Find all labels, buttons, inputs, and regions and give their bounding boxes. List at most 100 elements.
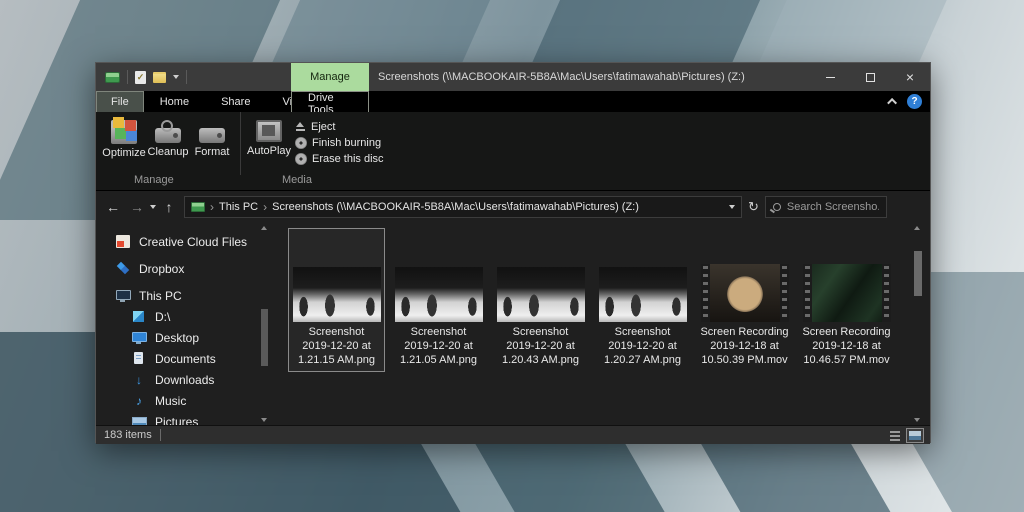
erase-disc-button[interactable]: Erase this disc [295, 153, 384, 165]
title-bar[interactable]: ✓ Manage Screenshots (\\MACBOOKAIR-5B8A\… [96, 63, 930, 91]
breadcrumb-separator: › [210, 200, 214, 214]
help-icon[interactable]: ? [907, 94, 922, 109]
sidebar-item-label: Documents [155, 352, 216, 366]
maximize-button[interactable] [850, 63, 890, 91]
scroll-up-icon[interactable] [261, 226, 267, 230]
file-row-2: Google Google [289, 381, 894, 425]
search-box[interactable]: Search Screensho... [765, 196, 887, 218]
breadcrumb-separator: › [263, 200, 267, 214]
breadcrumb-this-pc[interactable]: This PC [219, 201, 258, 213]
file-tile[interactable] [391, 381, 486, 425]
this-pc-icon [116, 289, 130, 302]
finish-burning-button[interactable]: Finish burning [295, 137, 384, 149]
thumbnail-leaves [803, 264, 891, 322]
sidebar-item-downloads[interactable]: ↓ Downloads [96, 369, 271, 390]
file-explorer-window: ✓ Manage Screenshots (\\MACBOOKAIR-5B8A\… [95, 62, 931, 443]
minimize-icon [826, 77, 835, 78]
thumbnail-bottles [599, 267, 687, 322]
manage-contextual-tab[interactable]: Manage [291, 63, 369, 91]
cleanup-icon [155, 128, 181, 143]
file-name-label: Screen Recording 2019-12-18 at 10.46.57 … [799, 325, 894, 367]
creative-cloud-icon [116, 235, 130, 248]
desktop-wallpaper: ✓ Manage Screenshots (\\MACBOOKAIR-5B8A\… [0, 0, 1024, 512]
sidebar-item-label: Pictures [155, 415, 198, 426]
address-toolbar: ← → ↑ › This PC › Screenshots (\\MACBOOK… [96, 191, 930, 223]
sidebar-scrollbar[interactable] [260, 223, 269, 425]
file-tile[interactable]: Google [493, 381, 588, 425]
cleanup-button[interactable]: Cleanup [146, 116, 190, 175]
quick-access-toolbar: ✓ [96, 70, 187, 84]
explorer-content: Creative Cloud Files Dropbox This PC D:\… [96, 223, 930, 425]
sidebar-item-dropbox[interactable]: Dropbox [96, 258, 271, 279]
file-tile[interactable]: Screen Recording 2019-12-18 at 10.50.39 … [697, 229, 792, 371]
file-tile[interactable]: Screenshot 2019-12-20 at 1.21.05 AM.png [391, 229, 486, 371]
optimize-button[interactable]: Optimize [102, 116, 146, 175]
scroll-down-icon[interactable] [261, 418, 267, 422]
sidebar-item-creative-cloud[interactable]: Creative Cloud Files [96, 231, 271, 252]
autoplay-icon [256, 120, 282, 142]
file-row-1: Screenshot 2019-12-20 at 1.21.15 AM.png … [289, 229, 894, 371]
tab-home[interactable]: Home [144, 91, 205, 112]
forward-button[interactable]: → [128, 199, 146, 215]
close-button[interactable]: × [890, 63, 930, 91]
up-button[interactable]: ↑ [160, 199, 178, 215]
back-button[interactable]: ← [104, 199, 122, 215]
collapse-ribbon-icon[interactable] [887, 98, 897, 108]
view-switcher [888, 428, 924, 443]
refresh-icon[interactable]: ↻ [748, 199, 759, 215]
sidebar-item-label: This PC [139, 289, 182, 303]
ribbon-group-labels: Manage Media [96, 174, 930, 188]
scroll-up-icon[interactable] [914, 226, 920, 230]
sidebar-item-music[interactable]: ♪ Music [96, 390, 271, 411]
files-scroll-thumb[interactable] [914, 251, 922, 296]
drive-d-icon [132, 310, 146, 323]
thumbnail-bottles [395, 267, 483, 322]
downloads-icon: ↓ [132, 373, 146, 386]
status-bar: 183 items [96, 425, 930, 444]
scroll-down-icon[interactable] [914, 418, 920, 422]
file-tile[interactable]: Google [595, 381, 690, 425]
format-button[interactable]: Format [190, 116, 234, 175]
file-name-label: Screenshot 2019-12-20 at 1.21.05 AM.png [391, 325, 486, 367]
file-tile[interactable] [697, 381, 792, 425]
format-label: Format [195, 146, 230, 158]
file-tile[interactable] [799, 381, 894, 425]
file-tile[interactable]: Screenshot 2019-12-20 at 1.20.43 AM.png [493, 229, 588, 371]
file-tile[interactable]: Screen Recording 2019-12-18 at 10.46.57 … [799, 229, 894, 371]
thumbnails-view-icon[interactable] [906, 428, 924, 443]
qat-customize-chevron-icon[interactable] [173, 75, 179, 79]
address-bar[interactable]: › This PC › Screenshots (\\MACBOOKAIR-5B… [184, 196, 742, 218]
file-tile[interactable]: Screenshot 2019-12-20 at 1.20.27 AM.png [595, 229, 690, 371]
tab-share[interactable]: Share [205, 91, 266, 112]
sidebar-item-documents[interactable]: Documents [96, 348, 271, 369]
sidebar-item-label: Dropbox [139, 262, 184, 276]
eject-button[interactable]: Eject [295, 121, 384, 133]
minimize-button[interactable] [810, 63, 850, 91]
autoplay-label: AutoPlay [247, 145, 291, 157]
optimize-label: Optimize [102, 147, 145, 159]
ribbon: Optimize Cleanup Format AutoPlay [96, 112, 930, 191]
music-icon: ♪ [132, 394, 146, 407]
separator [186, 70, 187, 84]
sidebar-item-drive-d[interactable]: D:\ [96, 306, 271, 327]
ribbon-group-media: AutoPlay Eject Finish burning [240, 112, 396, 175]
properties-icon[interactable]: ✓ [135, 71, 146, 84]
erase-disc-icon [295, 153, 307, 165]
tab-file[interactable]: File [96, 91, 144, 112]
file-tile[interactable]: Screenshot 2019-12-20 at 1.21.15 AM.png [289, 229, 384, 371]
details-view-icon[interactable] [888, 430, 902, 442]
new-folder-icon[interactable] [153, 72, 166, 83]
sidebar-item-this-pc[interactable]: This PC [96, 285, 271, 306]
sidebar-item-desktop[interactable]: Desktop [96, 327, 271, 348]
breadcrumb-current-folder[interactable]: Screenshots (\\MACBOOKAIR-5B8A\Mac\Users… [272, 201, 639, 213]
autoplay-button[interactable]: AutoPlay [247, 116, 291, 175]
sidebar-scroll-thumb[interactable] [261, 309, 268, 366]
recent-locations-chevron-icon[interactable] [150, 205, 156, 209]
files-scrollbar[interactable] [913, 223, 923, 425]
file-tile[interactable] [289, 381, 384, 425]
sidebar-item-pictures[interactable]: Pictures [96, 411, 271, 425]
address-dropdown-chevron-icon[interactable] [729, 205, 735, 209]
erase-disc-label: Erase this disc [312, 153, 384, 165]
maximize-icon [866, 73, 875, 82]
thumbnail-bottles [293, 267, 381, 322]
